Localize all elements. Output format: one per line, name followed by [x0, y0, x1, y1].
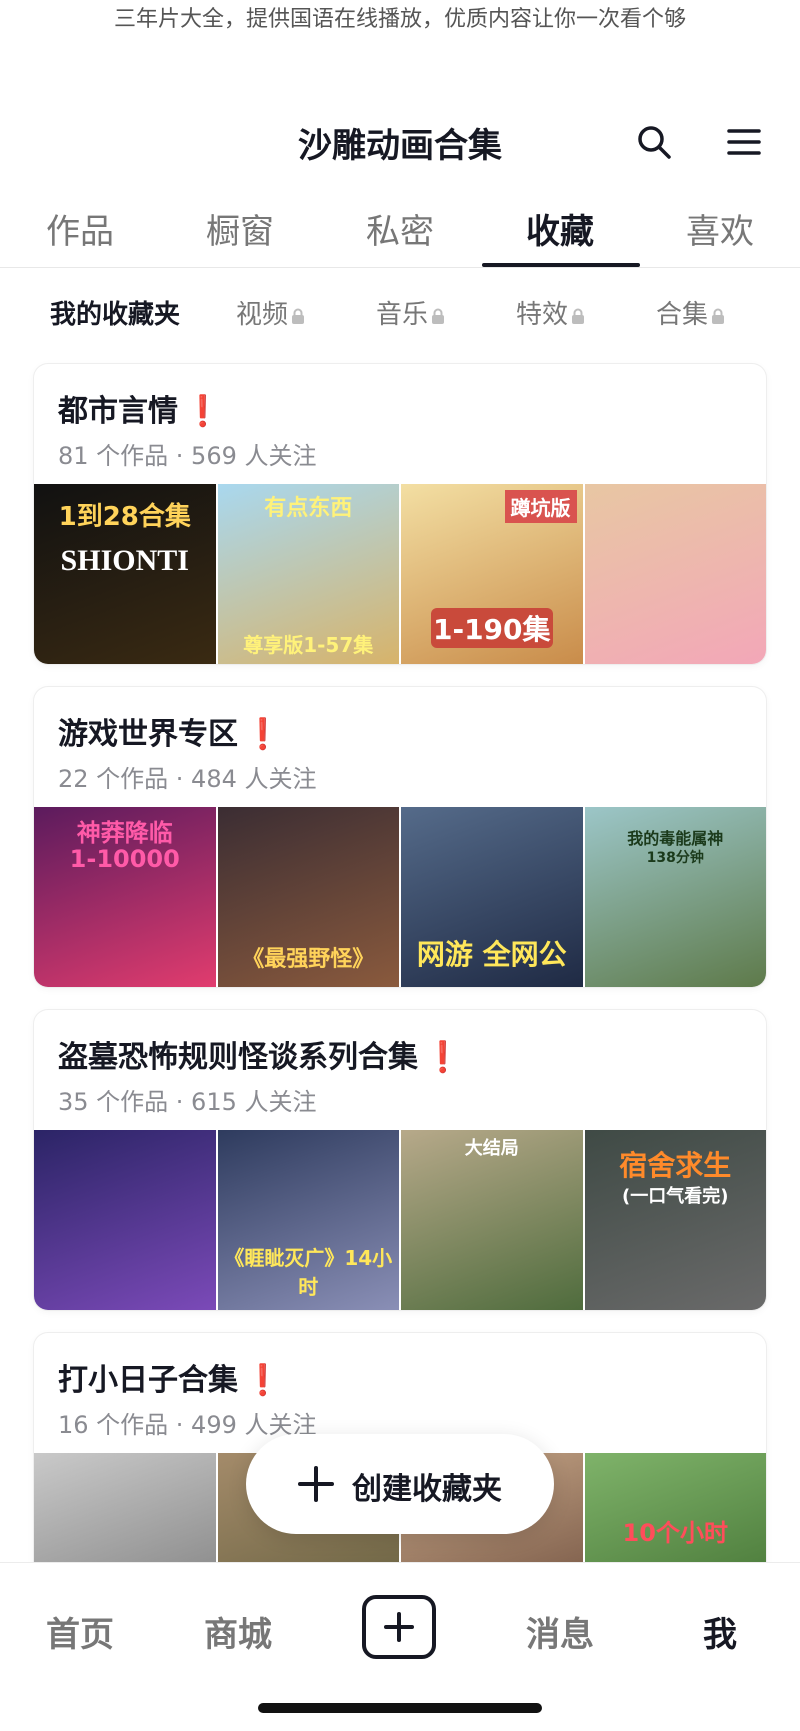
folder-name: 打小日子合集 ❗ — [58, 1363, 282, 1398]
folder-meta: 81 个作品 · 569 人关注 — [58, 442, 317, 470]
page-title: 沙雕动画合集 — [298, 126, 502, 166]
folder-name: 盗墓恐怖规则怪谈系列合集 ❗ — [58, 1040, 462, 1075]
folder-thumbnails: 《睚眦灭广》14小时 大结局 宿舍求生 (一口气看完) — [34, 1130, 766, 1310]
folder-card[interactable]: 盗墓恐怖规则怪谈系列合集 ❗ 35 个作品 · 615 人关注 《睚眦灭广》14小… — [34, 1010, 766, 1310]
bottom-nav: 首页 商城 消息 我 — [0, 1562, 800, 1731]
page-caption: 三年片大全，提供国语在线播放，优质内容让你一次看个够 — [113, 7, 686, 32]
subtab-label: 视频 — [236, 300, 289, 330]
plus-icon — [298, 1466, 334, 1502]
thumbnail-subcaption: 尊享版1-57集 — [243, 633, 374, 657]
search-icon[interactable] — [634, 122, 674, 162]
video-thumbnail[interactable]: 大结局 — [401, 1130, 583, 1310]
tab-favorites[interactable]: 收藏 — [480, 204, 640, 253]
video-thumbnail[interactable]: 宿舍求生 (一口气看完) — [584, 1130, 766, 1310]
nav-mall[interactable]: 商城 — [178, 1607, 298, 1656]
thumbnail-caption: 1到28合集 — [58, 502, 191, 532]
tab-private[interactable]: 私密 — [320, 204, 480, 253]
video-thumbnail[interactable]: 《睚眦灭广》14小时 — [217, 1130, 399, 1310]
tab-works[interactable]: 作品 — [0, 204, 160, 253]
thumbnail-caption: 大结局 — [464, 1138, 519, 1159]
thumbnail-caption: 我的毒能属神 — [627, 829, 724, 848]
exclamation-icon: ❗ — [424, 1040, 462, 1075]
create-folder-label: 创建收藏夹 — [352, 1472, 502, 1507]
video-thumbnail[interactable]: 蹲坑版 1-190集 — [401, 484, 583, 664]
tab-likes[interactable]: 喜欢 — [640, 204, 800, 253]
thumbnail-caption: 神莽降临 — [76, 819, 173, 847]
subtab-effects[interactable]: 特效 — [516, 294, 585, 331]
video-thumbnail[interactable]: 1到28合集 SHIONTI — [34, 484, 216, 664]
video-thumbnail[interactable]: 有点东西尊享版1-57集 — [217, 484, 399, 664]
folder-meta: 16 个作品 · 499 人关注 — [58, 1411, 317, 1439]
thumbnail-subcaption: 网游 全网公 — [416, 938, 567, 971]
subtab-label: 音乐 — [376, 300, 429, 330]
thumbnail-caption: 蹲坑版 — [504, 490, 577, 523]
nav-home[interactable]: 首页 — [20, 1607, 140, 1656]
exclamation-icon: ❗ — [184, 394, 222, 429]
lock-icon — [712, 308, 725, 324]
thumbnail-subcaption: SHIONTI — [60, 544, 189, 577]
folder-meta: 22 个作品 · 484 人关注 — [58, 765, 317, 793]
active-tab-indicator — [482, 263, 640, 267]
subtab-music[interactable]: 音乐 — [376, 294, 445, 331]
folder-meta: 35 个作品 · 615 人关注 — [58, 1088, 317, 1116]
thumbnail-subcaption: 138分钟 — [646, 850, 704, 866]
profile-tabs: 作品 橱窗 私密 收藏 喜欢 — [0, 190, 800, 268]
thumbnail-subcaption: 《睚眦灭广》14小时 — [224, 1246, 393, 1299]
menu-icon[interactable] — [726, 124, 762, 160]
video-thumbnail[interactable] — [34, 1130, 216, 1310]
nav-create-button[interactable] — [362, 1595, 436, 1659]
video-thumbnail[interactable]: 我的毒能属神 138分钟 — [584, 807, 766, 987]
thumbnail-subcaption: 1-10000 — [69, 845, 180, 873]
subtab-collections[interactable]: 合集 — [656, 294, 725, 331]
video-thumbnail[interactable]: 神莽降临 1-10000 — [34, 807, 216, 987]
subtab-label: 特效 — [516, 300, 569, 330]
create-folder-button[interactable]: 创建收藏夹 — [246, 1434, 554, 1534]
create-plus-icon — [384, 1612, 414, 1642]
thumbnail-subcaption: 1-190集 — [431, 608, 553, 648]
nav-messages[interactable]: 消息 — [500, 1607, 620, 1656]
thumbnail-subcaption: 《最强野怪》 — [242, 947, 375, 972]
video-thumbnail[interactable]: 网游 全网公 — [401, 807, 583, 987]
folder-name: 游戏世界专区 ❗ — [58, 717, 282, 752]
video-thumbnail[interactable]: 《最强野怪》 — [217, 807, 399, 987]
thumbnail-subcaption: (一口气看完) — [622, 1186, 729, 1207]
exclamation-icon: ❗ — [244, 717, 282, 752]
folder-card[interactable]: 都市言情 ❗ 81 个作品 · 569 人关注 1到28合集 SHIONTI 有点东… — [34, 364, 766, 664]
thumbnail-caption: 有点东西 — [264, 496, 353, 521]
thumbnail-caption: 宿舍求生 — [619, 1149, 732, 1182]
top-bar: 沙雕动画合集 — [0, 108, 800, 176]
lock-icon — [432, 308, 445, 324]
tab-showcase[interactable]: 橱窗 — [160, 204, 320, 253]
lock-icon — [572, 308, 585, 324]
subtab-videos[interactable]: 视频 — [236, 294, 305, 331]
subtab-my-folders[interactable]: 我的收藏夹 — [50, 294, 180, 331]
folder-name: 都市言情 ❗ — [58, 394, 222, 429]
folder-thumbnails: 1到28合集 SHIONTI 有点东西尊享版1-57集 蹲坑版 1-190集 — [34, 484, 766, 664]
subtab-label: 合集 — [656, 300, 709, 330]
home-indicator — [258, 1703, 542, 1713]
favorites-subtabs: 我的收藏夹 视频 音乐 特效 合集 — [0, 286, 800, 338]
nav-me[interactable]: 我 — [660, 1607, 780, 1656]
exclamation-icon: ❗ — [244, 1363, 282, 1398]
lock-icon — [292, 308, 305, 324]
video-thumbnail[interactable] — [584, 484, 766, 664]
thumbnail-subcaption: 10个小时 — [622, 1519, 728, 1547]
folder-card[interactable]: 游戏世界专区 ❗ 22 个作品 · 484 人关注 神莽降临 1-10000 《最强… — [34, 687, 766, 987]
folder-thumbnails: 神莽降临 1-10000 《最强野怪》 网游 全网公 我的毒能属神 138分钟 — [34, 807, 766, 987]
